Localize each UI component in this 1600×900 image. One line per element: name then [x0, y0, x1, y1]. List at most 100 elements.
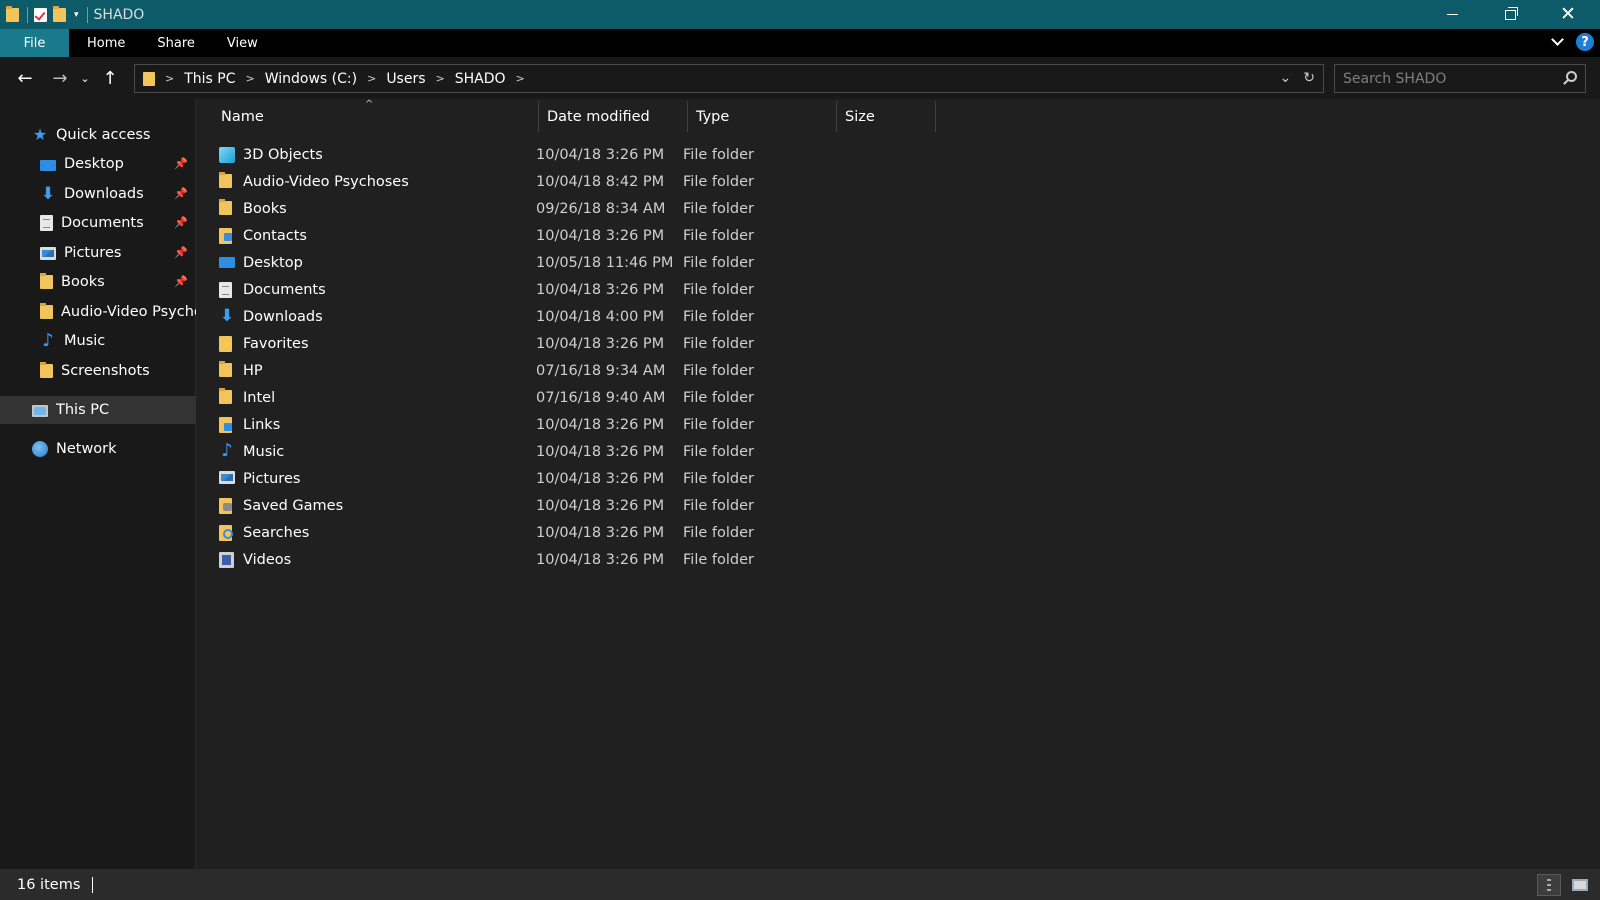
close-button[interactable]: ✕: [1539, 0, 1597, 29]
tab-view[interactable]: View: [211, 29, 274, 57]
sidebar-item-downloads[interactable]: ⬇ Downloads 📌: [0, 180, 196, 208]
breadcrumb-shado[interactable]: SHADO: [455, 71, 506, 87]
desktop-icon: [219, 257, 235, 268]
new-folder-icon[interactable]: [53, 5, 66, 22]
tab-share[interactable]: Share: [141, 29, 211, 57]
sidebar-item-label: Pictures: [64, 245, 122, 261]
star-icon: ★: [32, 125, 48, 144]
sidebar-item-desktop[interactable]: Desktop 📌: [0, 150, 196, 178]
chevron-right-icon[interactable]: >: [165, 72, 174, 85]
sidebar-item-label: Audio-Video Psychoses: [61, 304, 196, 320]
chevron-right-icon[interactable]: >: [436, 72, 445, 85]
sidebar-item-documents[interactable]: Documents 📌: [0, 209, 196, 237]
table-row[interactable]: Books 09/26/18 8:34 AM File folder: [213, 196, 773, 222]
sidebar-item-screenshots[interactable]: Screenshots: [0, 357, 196, 385]
table-row[interactable]: Contacts 10/04/18 3:26 PM File folder: [213, 223, 773, 249]
navigation-pane: ★ Quick access Desktop 📌 ⬇ Downloads 📌 D…: [0, 99, 196, 869]
file-type: File folder: [683, 282, 754, 298]
up-button[interactable]: ↑: [95, 68, 125, 89]
table-row[interactable]: Audio-Video Psychoses 10/04/18 8:42 PM F…: [213, 169, 773, 195]
customize-toolbar-icon[interactable]: ▾: [74, 10, 79, 20]
restore-button[interactable]: [1481, 0, 1539, 29]
expand-ribbon-icon[interactable]: [1551, 33, 1564, 46]
folder-icon: [219, 388, 232, 404]
search-icon[interactable]: [1566, 71, 1577, 82]
file-date: 10/04/18 3:26 PM: [536, 417, 665, 433]
file-type: File folder: [683, 471, 754, 487]
sidebar-item-label: Music: [64, 333, 106, 349]
sidebar-item-label: Desktop: [64, 156, 124, 172]
pictures-icon: [219, 471, 235, 484]
folder-icon: [219, 199, 232, 215]
file-type: File folder: [683, 390, 754, 406]
file-name: Saved Games: [243, 498, 344, 514]
table-row[interactable]: Searches 10/04/18 3:26 PM File folder: [213, 520, 773, 546]
file-date: 10/04/18 3:26 PM: [536, 525, 665, 541]
address-bar[interactable]: > This PC > Windows (C:) > Users > SHADO…: [134, 64, 1324, 93]
file-name: Favorites: [243, 336, 309, 352]
file-date: 10/04/18 3:26 PM: [536, 228, 665, 244]
file-name: Downloads: [243, 309, 323, 325]
table-row[interactable]: Intel 07/16/18 9:40 AM File folder: [213, 385, 773, 411]
breadcrumb-this-pc[interactable]: This PC: [184, 71, 235, 87]
column-header-size[interactable]: Size: [837, 99, 935, 135]
table-row[interactable]: HP 07/16/18 9:34 AM File folder: [213, 358, 773, 384]
search-input[interactable]: [1335, 70, 1547, 87]
table-row[interactable]: 3D Objects 10/04/18 3:26 PM File folder: [213, 142, 773, 168]
sidebar-item-this-pc[interactable]: This PC: [0, 396, 196, 424]
file-name: Contacts: [243, 228, 307, 244]
table-row[interactable]: Videos 10/04/18 3:26 PM File folder: [213, 547, 773, 573]
column-header-date-modified[interactable]: Date modified: [539, 99, 687, 135]
chevron-right-icon[interactable]: >: [516, 72, 525, 85]
file-type: File folder: [683, 417, 754, 433]
chevron-right-icon[interactable]: >: [367, 72, 376, 85]
breadcrumb-windows-c[interactable]: Windows (C:): [265, 71, 357, 87]
minimize-button[interactable]: [1423, 0, 1481, 29]
tab-home[interactable]: Home: [71, 29, 141, 57]
column-header-name[interactable]: Name: [213, 99, 535, 135]
table-row[interactable]: Favorites 10/04/18 3:26 PM File folder: [213, 331, 773, 357]
forward-button[interactable]: →: [45, 68, 75, 89]
file-date: 10/04/18 3:26 PM: [536, 147, 665, 163]
folder-icon: [219, 172, 232, 188]
pin-icon: 📌: [174, 187, 188, 200]
table-row[interactable]: Desktop 10/05/18 11:46 PM File folder: [213, 250, 773, 276]
sidebar-item-books[interactable]: Books 📌: [0, 268, 196, 296]
column-header-type[interactable]: Type: [688, 99, 836, 135]
tab-file[interactable]: File: [0, 29, 69, 57]
refresh-icon[interactable]: ↻: [1303, 70, 1315, 86]
column-divider[interactable]: [935, 101, 936, 132]
table-row[interactable]: ⬇ Downloads 10/04/18 4:00 PM File folder: [213, 304, 773, 330]
chevron-down-icon[interactable]: ⌄: [1280, 70, 1292, 86]
file-type: File folder: [683, 201, 754, 217]
table-row[interactable]: Saved Games 10/04/18 3:26 PM File folder: [213, 493, 773, 519]
table-row[interactable]: Links 10/04/18 3:26 PM File folder: [213, 412, 773, 438]
chevron-right-icon[interactable]: >: [246, 72, 255, 85]
table-row[interactable]: Documents 10/04/18 3:26 PM File folder: [213, 277, 773, 303]
search-box[interactable]: [1334, 64, 1586, 93]
sidebar-item-music[interactable]: ♪ Music: [0, 327, 196, 355]
file-date: 10/04/18 3:26 PM: [536, 552, 665, 568]
sidebar-item-network[interactable]: Network: [0, 435, 196, 463]
folder-icon: [143, 71, 155, 86]
videos-icon: [219, 552, 234, 568]
details-view-button[interactable]: [1537, 874, 1561, 896]
large-icons-view-button[interactable]: [1569, 874, 1591, 896]
sidebar-item-quick-access[interactable]: ★ Quick access: [0, 121, 196, 149]
sidebar-item-pictures[interactable]: Pictures 📌: [0, 239, 196, 267]
table-row[interactable]: ♪ Music 10/04/18 3:26 PM File folder: [213, 439, 773, 465]
back-button[interactable]: ←: [10, 68, 40, 89]
table-row[interactable]: Pictures 10/04/18 3:26 PM File folder: [213, 466, 773, 492]
3d-objects-icon: [219, 147, 235, 163]
file-date: 10/04/18 3:26 PM: [536, 444, 665, 460]
file-name: Links: [243, 417, 281, 433]
sidebar-item-label: This PC: [56, 402, 110, 418]
breadcrumb-users[interactable]: Users: [386, 71, 425, 87]
sidebar-item-audio-video-psychoses[interactable]: Audio-Video Psychoses: [0, 298, 196, 326]
file-name: Pictures: [243, 471, 301, 487]
properties-icon[interactable]: [34, 7, 47, 22]
help-icon[interactable]: ?: [1576, 33, 1594, 51]
file-type: File folder: [683, 147, 754, 163]
file-name: Books: [243, 201, 287, 217]
recent-locations-button[interactable]: ⌄: [75, 72, 95, 85]
